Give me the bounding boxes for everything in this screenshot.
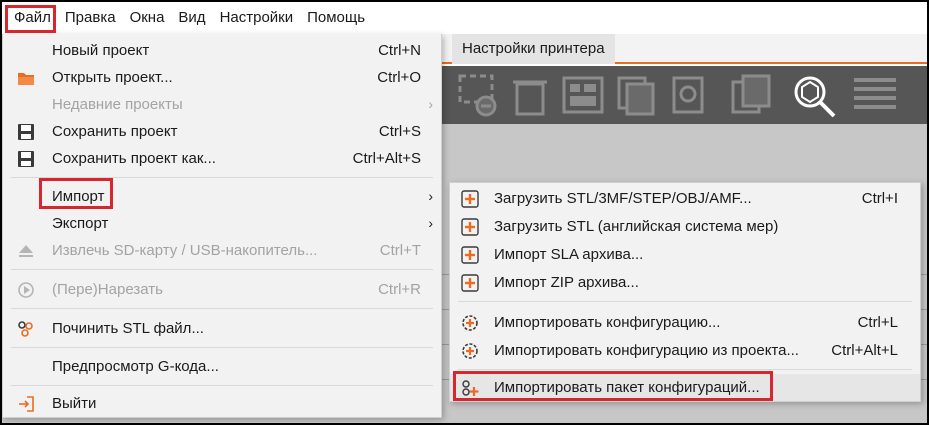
menu-item-shortcut: Ctrl+O: [377, 69, 421, 86]
submenu-item-shortcut: Ctrl+Alt+L: [831, 342, 898, 359]
menu-item-export[interactable]: Экспорт ›: [3, 210, 441, 237]
submenu-item-import-config[interactable]: Импортировать конфигурацию... Ctrl+L: [450, 309, 920, 336]
app-window: Файл Правка Окна Вид Настройки Помощь На…: [2, 2, 927, 423]
plus-icon: [461, 218, 479, 236]
menu-item-label: Выйти: [52, 395, 97, 412]
menu-item-label: Предпросмотр G-кода...: [52, 358, 219, 375]
submenu-item-load-stl-imperial[interactable]: Загрузить STL (английская система мер): [450, 213, 920, 240]
plus-icon: [461, 190, 479, 208]
menu-separator: [11, 269, 433, 270]
menu-item-label: Новый проект: [52, 42, 150, 59]
submenu-item-label: Импортировать пакет конфигураций...: [494, 379, 760, 396]
config-import-icon: [462, 343, 478, 359]
submenu-item-label: Импорт ZIP архива...: [494, 274, 639, 291]
menu-separator: [11, 308, 433, 309]
menu-help[interactable]: Помощь: [300, 2, 372, 34]
submenu-item-label: Загрузить STL (английская система мер): [494, 218, 779, 235]
menu-item-open-project[interactable]: Открыть проект... Ctrl+O: [3, 64, 441, 91]
chevron-right-icon: ›: [428, 188, 433, 204]
submenu-item-label: Импорт SLA архива...: [494, 246, 644, 263]
repair-icon: [18, 321, 33, 337]
menu-item-shortcut: Ctrl+Alt+S: [352, 150, 421, 167]
menubar: Файл Правка Окна Вид Настройки Помощь: [2, 2, 927, 34]
submenu-item-load-model[interactable]: Загрузить STL/3MF/STEP/OBJ/AMF... Ctrl+I: [450, 185, 920, 212]
menu-item-reslice[interactable]: (Пере)Нарезать Ctrl+R: [3, 276, 441, 303]
menu-item-recent-projects[interactable]: Недавние проекты ›: [3, 91, 441, 118]
menu-item-eject-sd[interactable]: Извлечь SD-карту / USB-накопитель... Ctr…: [3, 237, 441, 264]
menu-item-label: Сохранить проект как...: [52, 150, 216, 167]
file-menu: Новый проект Ctrl+N Открыть проект... Ct…: [2, 34, 442, 418]
submenu-item-import-config-bundle[interactable]: Импортировать пакет конфигураций...: [450, 374, 920, 401]
menu-window[interactable]: Окна: [123, 2, 172, 34]
paste-icon[interactable]: [666, 72, 712, 118]
menu-item-label: Сохранить проект: [52, 123, 178, 140]
menu-item-shortcut: Ctrl+T: [379, 242, 421, 259]
submenu-item-import-sla[interactable]: Импорт SLA архива...: [450, 241, 920, 268]
submenu-item-shortcut: Ctrl+I: [861, 190, 898, 207]
slice-icon: [18, 282, 34, 298]
menu-item-save-project-as[interactable]: Сохранить проект как... Ctrl+Alt+S: [3, 145, 441, 172]
menu-file[interactable]: Файл: [7, 2, 58, 34]
folder-icon: [18, 73, 34, 85]
config-import-icon: [462, 315, 478, 331]
menu-separator: [458, 301, 912, 302]
config-bundle-icon: [462, 380, 479, 396]
add-instance-icon[interactable]: [729, 72, 775, 118]
menu-item-exit[interactable]: Выйти: [3, 390, 441, 417]
save-as-icon: [18, 151, 34, 167]
menu-view[interactable]: Вид: [171, 2, 212, 34]
submenu-item-label: Импортировать конфигурацию...: [494, 314, 721, 331]
menu-item-label: Импорт: [52, 188, 105, 205]
submenu-item-shortcut: Ctrl+L: [857, 314, 898, 331]
menu-item-new-project[interactable]: Новый проект Ctrl+N: [3, 37, 441, 64]
menu-separator: [458, 369, 912, 370]
menu-item-gcode-preview[interactable]: Предпросмотр G-кода...: [3, 353, 441, 380]
menu-item-label: Недавние проекты: [52, 96, 183, 113]
arrange-icon[interactable]: [560, 72, 606, 118]
import-submenu: Загрузить STL/3MF/STEP/OBJ/AMF... Ctrl+I…: [449, 182, 921, 402]
layers-menu-icon[interactable]: [852, 72, 898, 118]
plus-icon: [461, 274, 479, 292]
search-icon[interactable]: [790, 72, 838, 120]
menu-configuration[interactable]: Настройки: [213, 2, 301, 34]
submenu-item-import-config-from-project[interactable]: Импортировать конфигурацию из проекта...…: [450, 337, 920, 364]
menu-item-label: Починить STL файл...: [52, 320, 204, 337]
chevron-right-icon: ›: [428, 96, 433, 112]
menu-item-import[interactable]: Импорт ›: [3, 183, 441, 210]
copy-icon[interactable]: [613, 72, 659, 118]
save-icon: [18, 124, 34, 140]
plus-icon: [461, 246, 479, 264]
submenu-item-label: Загрузить STL/3MF/STEP/OBJ/AMF...: [494, 190, 752, 207]
delete-icon[interactable]: [454, 72, 500, 118]
eject-icon: [19, 245, 33, 257]
menu-item-label: Извлечь SD-карту / USB-накопитель...: [52, 242, 318, 259]
menu-item-repair-stl[interactable]: Починить STL файл...: [3, 315, 441, 342]
chevron-right-icon: ›: [428, 215, 433, 231]
menu-edit[interactable]: Правка: [58, 2, 123, 34]
menu-separator: [11, 385, 433, 386]
menu-item-label: (Пере)Нарезать: [52, 281, 163, 298]
menu-item-save-project[interactable]: Сохранить проект Ctrl+S: [3, 118, 441, 145]
delete-all-icon[interactable]: [507, 72, 553, 118]
exit-icon: [19, 396, 34, 412]
menu-separator: [11, 177, 433, 178]
menu-item-shortcut: Ctrl+N: [378, 42, 421, 59]
menu-item-label: Экспорт: [52, 215, 109, 232]
submenu-item-import-zip[interactable]: Импорт ZIP архива...: [450, 269, 920, 296]
menu-item-shortcut: Ctrl+S: [378, 123, 421, 140]
menu-separator: [11, 347, 433, 348]
submenu-item-label: Импортировать конфигурацию из проекта...: [494, 342, 799, 359]
menu-item-shortcut: Ctrl+R: [378, 281, 421, 298]
tab-printer-settings[interactable]: Настройки принтера: [452, 34, 615, 64]
menu-item-label: Открыть проект...: [52, 69, 173, 86]
